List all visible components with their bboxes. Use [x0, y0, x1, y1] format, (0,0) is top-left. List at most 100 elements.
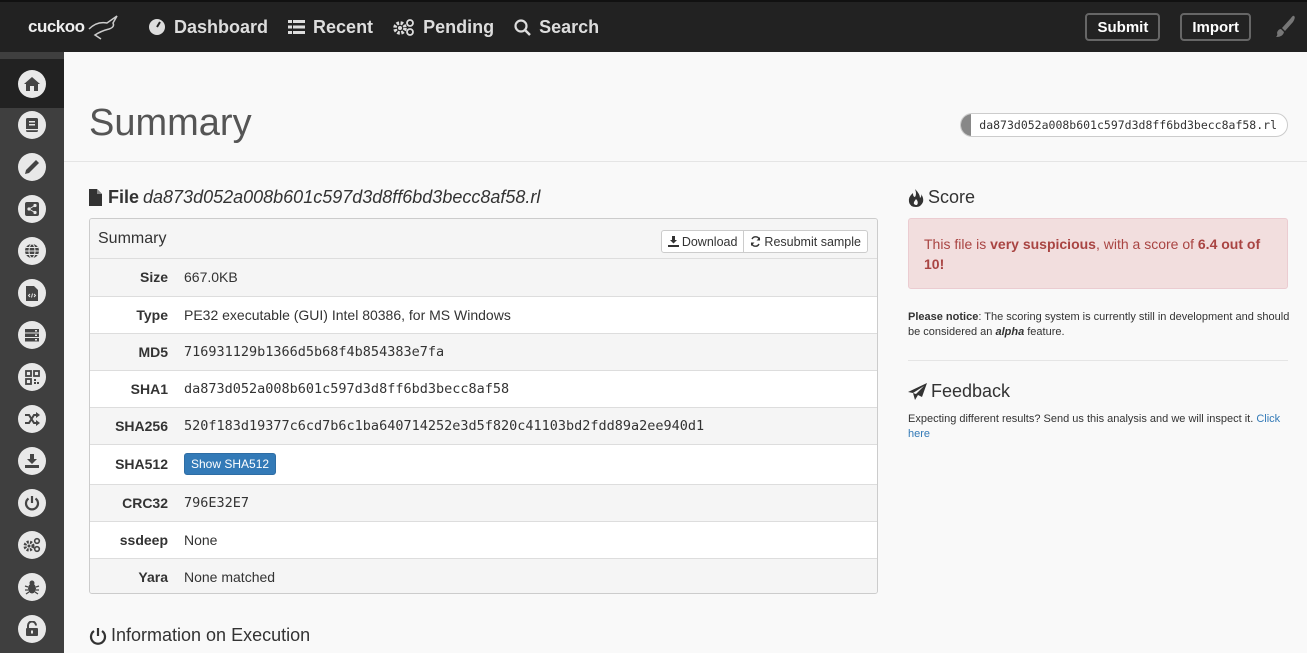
import-button[interactable]: Import	[1180, 13, 1251, 41]
paintbrush-icon[interactable]	[1271, 14, 1297, 40]
file-summary-panel: Summary Download Resubmit sample Size 667…	[89, 218, 878, 594]
panel-header: Summary Download Resubmit sample	[90, 219, 877, 259]
nav-recent[interactable]: Recent	[288, 17, 373, 38]
type-value: PE32 executable (GUI) Intel 80386, for M…	[184, 306, 511, 323]
table-row-sha512: SHA512 Show SHA512	[90, 444, 877, 484]
execution-heading-text: Information on Execution	[111, 625, 311, 645]
sidebar-item-summary[interactable]	[0, 59, 64, 108]
sidebar-item-dropped-buffers[interactable]	[0, 314, 64, 356]
bug-icon	[24, 580, 40, 595]
shuffle-icon	[25, 412, 40, 426]
sidebar-item-options[interactable]	[0, 524, 64, 566]
sidebar-item-reboot-analysis[interactable]	[0, 482, 64, 524]
sha1-value: da873d052a008b601c597d3d8ff6bd3becc8af58	[184, 380, 510, 397]
file-code-icon	[26, 285, 38, 301]
power-icon	[89, 627, 107, 645]
show-sha512-button[interactable]: Show SHA512	[184, 453, 277, 475]
file-label: File	[108, 187, 140, 207]
crc32-value: 796E32E7	[184, 494, 250, 511]
score-heading: Score	[908, 187, 975, 208]
table-row-crc32: CRC32 796E32E7	[90, 484, 877, 521]
book-icon	[26, 118, 38, 132]
submit-button[interactable]: Submit	[1085, 13, 1161, 41]
file-info-table: Size 667.0KB Type PE32 executable (GUI) In…	[90, 259, 877, 593]
page-title: Summary	[89, 102, 252, 144]
resubmit-button[interactable]: Resubmit sample	[743, 231, 867, 252]
pencil-icon	[25, 160, 39, 174]
file-actions: Download Resubmit sample	[660, 230, 868, 253]
fire-icon	[908, 188, 924, 207]
file-icon	[89, 189, 102, 206]
sidebar-item-export-analysis[interactable]	[0, 440, 64, 482]
nav-search[interactable]: Search	[514, 17, 599, 38]
table-row-md5: MD5 716931129b1366d5b68f4b854383e7fa	[90, 333, 877, 370]
row-key: Type	[136, 306, 168, 323]
feedback-heading: Feedback	[908, 381, 1010, 402]
sidebar-item-misp[interactable]	[0, 566, 64, 608]
server-icon	[25, 328, 39, 341]
nav-search-label: Search	[539, 16, 600, 37]
home-icon	[24, 76, 40, 91]
cogs-icon	[23, 537, 41, 553]
download-icon	[667, 236, 679, 247]
file-hash-badge: da873d052a008b601c597d3d8ff6bd3becc8af58…	[960, 113, 1288, 137]
page-header: Summary da873d052a008b601c597d3d8ff6bd3b…	[64, 52, 1307, 162]
feedback-heading-text: Feedback	[931, 381, 1011, 401]
divider	[908, 360, 1288, 361]
notice-emphasis: alpha	[995, 326, 1025, 338]
file-hash-text: da873d052a008b601c597d3d8ff6bd3becc8af58…	[979, 118, 1277, 132]
row-key: SHA512	[115, 456, 168, 472]
dashboard-icon	[149, 19, 165, 35]
row-key: ssdeep	[119, 531, 168, 548]
table-row-ssdeep: ssdeep None	[90, 521, 877, 558]
table-row-sha1: SHA1 da873d052a008b601c597d3d8ff6bd3becc8…	[90, 370, 877, 407]
sidebar-item-process-memory[interactable]	[0, 356, 64, 398]
ssdeep-value: None	[184, 531, 218, 548]
sidebar	[0, 52, 64, 653]
score-heading-text: Score	[928, 187, 976, 207]
sidebar-item-compare-analysis[interactable]	[0, 398, 64, 440]
badge-cap	[961, 114, 972, 136]
sidebar-item-extracted-artifacts[interactable]	[0, 146, 64, 188]
row-key: SHA1	[130, 380, 168, 397]
globe-icon	[25, 243, 39, 259]
nav-pending-label: Pending	[423, 16, 495, 37]
row-key: MD5	[138, 343, 168, 360]
score-text-mid: , with a score of	[1095, 236, 1198, 252]
table-row-type: Type PE32 executable (GUI) Intel 80386, f…	[90, 296, 877, 333]
file-heading: File da873d052a008b601c597d3d8ff6bd3becc…	[89, 187, 540, 208]
qrcode-icon	[24, 369, 40, 385]
unlock-icon	[26, 621, 38, 636]
panel-title: Summary	[98, 229, 167, 247]
sidebar-item-network-analysis[interactable]	[0, 230, 64, 272]
download-button[interactable]: Download	[662, 231, 744, 252]
nav-recent-label: Recent	[313, 16, 374, 37]
file-name: da873d052a008b601c597d3d8ff6bd3becc8af58…	[143, 187, 541, 207]
nav-dashboard[interactable]: Dashboard	[148, 17, 268, 38]
table-row-size: Size 667.0KB	[90, 259, 877, 296]
sidebar-item-behavioral-analysis[interactable]	[0, 188, 64, 230]
row-key: SHA256	[115, 417, 168, 434]
row-key: CRC32	[122, 494, 168, 511]
cuckoo-logo[interactable]: cuckoo	[0, 2, 148, 52]
sidebar-item-dropped-files[interactable]	[0, 272, 64, 314]
feedback-description: Expecting different results? Send us thi…	[908, 413, 1257, 425]
nav-pending[interactable]: Pending	[393, 17, 494, 38]
cuckoo-bird-icon	[88, 15, 118, 40]
download-icon	[25, 454, 39, 468]
execution-heading: Information on Execution	[89, 625, 310, 646]
notice-text-2: feature.	[1024, 326, 1065, 338]
table-row-yara: Yara None matched	[90, 558, 877, 593]
yara-value: None matched	[184, 568, 276, 585]
logo-text: cuckoo	[28, 17, 85, 36]
list-icon	[288, 20, 306, 34]
sidebar-item-static-analysis[interactable]	[0, 104, 64, 146]
gears-icon	[393, 19, 414, 36]
power-icon	[24, 496, 40, 511]
score-text-prefix: This file is	[924, 236, 991, 252]
sidebar-item-unlock[interactable]	[0, 608, 64, 650]
feedback-text: Expecting different results? Send us thi…	[908, 412, 1293, 442]
score-notice: Please notice: The scoring system is cur…	[908, 310, 1293, 340]
row-key: Size	[139, 269, 168, 286]
search-icon	[514, 18, 531, 36]
